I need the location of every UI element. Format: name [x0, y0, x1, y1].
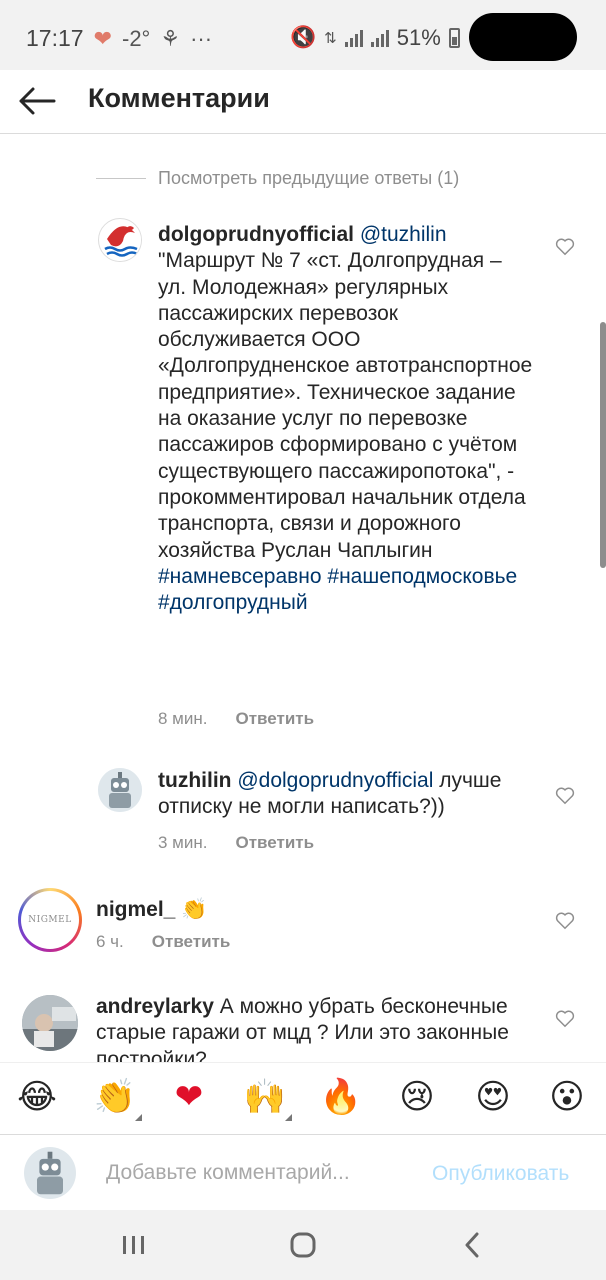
status-time: 17:17	[26, 25, 84, 51]
publish-button[interactable]: Опубликовать	[432, 1162, 569, 1186]
comment-input-bar: Опубликовать	[0, 1134, 606, 1210]
signal-icon	[344, 29, 363, 47]
robot-avatar-icon	[98, 768, 142, 812]
comment-text: andreylarky А можно убрать бесконечные с…	[96, 994, 546, 1062]
comment-meta: 6 ч. Ответить	[96, 932, 230, 952]
app-bar: Комментарии	[0, 70, 606, 134]
reply-comment: dolgoprudnyofficial @tuzhilin "Маршрут №…	[0, 135, 606, 755]
comment-username[interactable]: tuzhilin	[158, 769, 231, 792]
back-nav-icon	[465, 1232, 479, 1258]
notification-icon: ⚘	[160, 25, 181, 51]
page-title: Комментарии	[88, 83, 270, 113]
avatar[interactable]: NIGMEL	[18, 888, 82, 952]
comment-input[interactable]	[106, 1157, 406, 1189]
reply-button[interactable]: Ответить	[152, 932, 231, 952]
reply-button[interactable]: Ответить	[235, 709, 314, 729]
comment-body: "Маршрут № 7 «ст. Долгопрудная – ул. Мол…	[158, 249, 533, 562]
comment-username[interactable]: nigmel_	[96, 898, 175, 921]
back-button[interactable]	[14, 78, 60, 124]
avatar-logo-text: NIGMEL	[28, 915, 72, 925]
emoji-heart-icon[interactable]: ❤	[166, 1077, 212, 1117]
user-photo	[22, 995, 78, 1051]
swan-logo-icon	[100, 220, 141, 261]
status-bar: 17:17 ❤ -2° ⚘ ··· 🔇 ⇅ 51%	[0, 0, 606, 70]
avatar[interactable]	[98, 768, 142, 812]
health-icon: ❤	[93, 25, 112, 51]
comment-mention[interactable]: @tuzhilin	[360, 223, 447, 246]
redaction-blob	[469, 13, 577, 61]
reply-comment: tuzhilin @dolgoprudnyofficial лучше отпи…	[0, 755, 606, 865]
avatar[interactable]	[22, 995, 78, 1051]
comment-username[interactable]: dolgoprudnyofficial	[158, 223, 354, 246]
emoji-laughing-icon[interactable]: 😂	[14, 1077, 60, 1117]
back-arrow-icon	[19, 87, 56, 115]
comment-meta: 3 мин. Ответить	[158, 833, 314, 853]
emoji-quick-bar: 😂 👏 ❤ 🙌 🔥 😢 😍 😮	[0, 1062, 606, 1134]
recent-apps-icon	[123, 1236, 144, 1254]
emoji-fire-icon[interactable]: 🔥	[318, 1077, 364, 1117]
home-icon	[290, 1232, 316, 1258]
mute-icon: 🔇	[290, 26, 317, 49]
comment: andreylarky А можно убрать бесконечные с…	[0, 985, 606, 1062]
hashtag[interactable]: #намневсеравно	[158, 565, 322, 588]
emoji-crying-icon[interactable]: 😢	[394, 1077, 440, 1117]
emoji-surprised-icon[interactable]: 😮	[544, 1077, 590, 1117]
comment-body: 👏	[181, 897, 208, 921]
like-heart-icon[interactable]	[554, 1007, 576, 1029]
comment-time: 3 мин.	[158, 833, 208, 852]
reply-button[interactable]: Ответить	[235, 833, 314, 853]
comment-text: nigmel_ 👏	[96, 896, 536, 923]
system-nav-bar	[0, 1210, 606, 1280]
like-heart-icon[interactable]	[554, 784, 576, 806]
hashtag[interactable]: #долгопрудный	[158, 591, 308, 614]
hashtag[interactable]: #нашеподмосковье	[327, 565, 517, 588]
data-icon: ⇅	[324, 30, 337, 47]
like-heart-icon[interactable]	[554, 909, 576, 931]
comment-time: 6 ч.	[96, 932, 124, 951]
like-heart-icon[interactable]	[554, 235, 576, 257]
robot-avatar-icon	[24, 1147, 76, 1199]
comment-username[interactable]: andreylarky	[96, 995, 214, 1018]
avatar[interactable]	[98, 218, 142, 262]
recent-apps-button[interactable]	[114, 1230, 154, 1260]
emoji-raised-hands-icon[interactable]: 🙌	[242, 1077, 292, 1121]
comment-mention[interactable]: @dolgoprudnyofficial	[237, 769, 433, 792]
comment: NIGMEL nigmel_ 👏 6 ч. Ответить	[0, 880, 606, 980]
comment-text: tuzhilin @dolgoprudnyofficial лучше отпи…	[158, 768, 533, 821]
emoji-clap-icon[interactable]: 👏	[92, 1077, 142, 1121]
temperature: -2°	[122, 25, 151, 51]
comments-list[interactable]: Посмотреть предыдущие ответы (1) dolgopr…	[0, 135, 606, 1062]
current-user-avatar	[24, 1147, 76, 1199]
scrollbar[interactable]	[600, 322, 606, 568]
comment-time: 8 мин.	[158, 709, 208, 728]
back-nav-button[interactable]	[452, 1230, 492, 1260]
home-button[interactable]	[283, 1230, 323, 1260]
comment-meta: 8 мин. Ответить	[158, 709, 314, 729]
battery-icon	[448, 28, 460, 48]
comment-text: dolgoprudnyofficial @tuzhilin "Маршрут №…	[158, 222, 533, 616]
emoji-heart-eyes-icon[interactable]: 😍	[470, 1077, 516, 1117]
signal-icon-2	[370, 29, 389, 47]
battery-percent: 51%	[396, 25, 441, 50]
more-notifications-icon: ···	[190, 25, 213, 51]
